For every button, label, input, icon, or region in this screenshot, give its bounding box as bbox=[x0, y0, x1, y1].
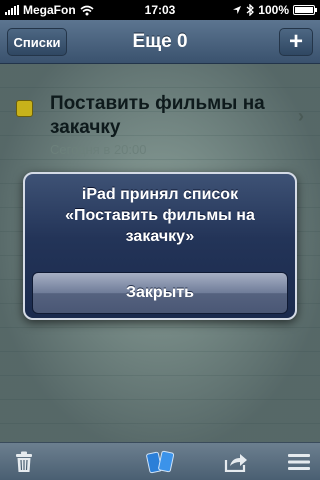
task-title: Поставить фильмы на закачку bbox=[50, 93, 265, 138]
devices-sync-icon[interactable] bbox=[145, 450, 175, 474]
bluetooth-icon bbox=[246, 4, 255, 16]
task-due-date: Сегодня в 20:00 bbox=[50, 142, 147, 157]
menu-icon[interactable] bbox=[286, 450, 312, 474]
status-bar: MegaFon 17:03 100% bbox=[0, 0, 320, 20]
trash-icon[interactable] bbox=[13, 450, 35, 474]
chevron-right-icon[interactable]: › bbox=[298, 106, 304, 127]
carrier-name: MegaFon bbox=[23, 3, 76, 17]
task-checkbox[interactable] bbox=[16, 100, 33, 117]
alert-message: iPad принял список «Поставить фильмы на … bbox=[65, 186, 255, 245]
add-button[interactable]: + bbox=[279, 28, 313, 56]
bottom-toolbar bbox=[0, 442, 320, 480]
status-time: 17:03 bbox=[144, 3, 176, 17]
lists-back-button[interactable]: Списки bbox=[7, 28, 67, 56]
battery-icon bbox=[293, 5, 317, 15]
signal-strength-icon bbox=[5, 5, 19, 15]
share-icon[interactable] bbox=[222, 450, 250, 474]
navigation-bar: Списки Еще 0 + bbox=[0, 20, 320, 64]
close-button[interactable]: Закрыть bbox=[32, 272, 288, 314]
page-title: Еще 0 bbox=[132, 31, 188, 52]
alert-dialog: iPad принял список «Поставить фильмы на … bbox=[23, 172, 297, 320]
battery-percent: 100% bbox=[258, 3, 289, 17]
wifi-icon bbox=[80, 5, 94, 15]
list-item[interactable]: Поставить фильмы на закачку Сегодня в 20… bbox=[0, 86, 320, 157]
location-icon bbox=[233, 6, 242, 14]
